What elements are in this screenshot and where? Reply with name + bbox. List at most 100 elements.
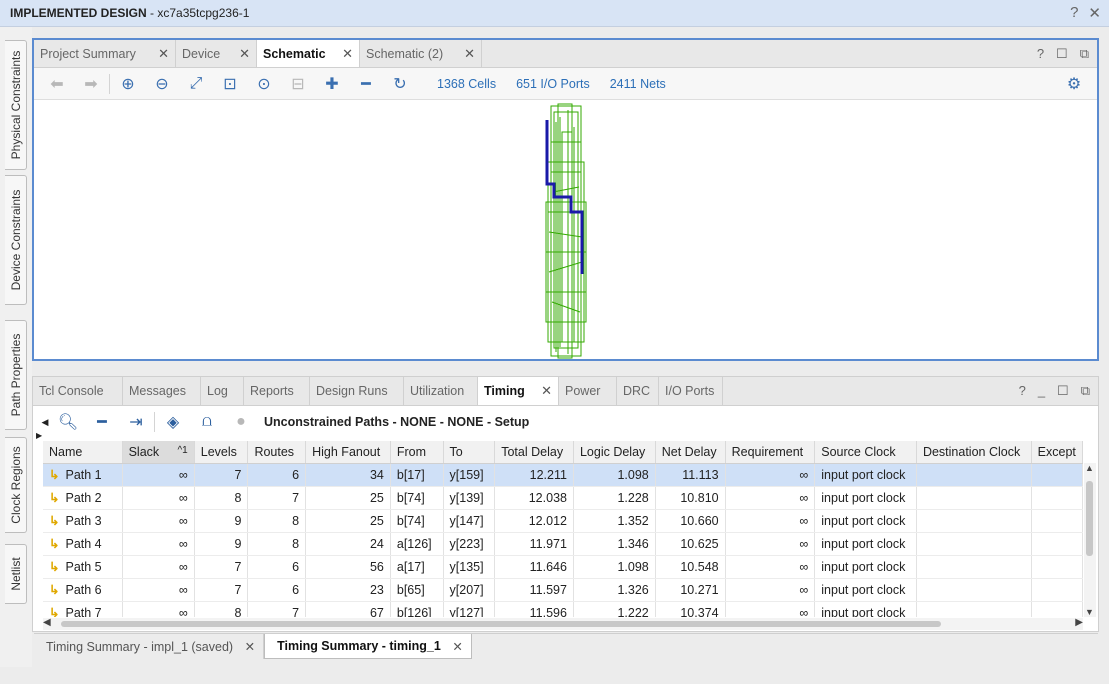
exception-cell bbox=[1031, 578, 1083, 602]
col-exception[interactable]: Except bbox=[1031, 441, 1083, 464]
tab-physical-constraints[interactable]: Physical Constraints bbox=[5, 40, 27, 170]
vertical-scrollbar[interactable]: ▲ ▼ bbox=[1084, 463, 1096, 617]
tab-clock-regions[interactable]: Clock Regions bbox=[5, 437, 27, 533]
design-title: IMPLEMENTED DESIGN bbox=[10, 6, 147, 20]
nets-count-link[interactable]: 2411 Nets bbox=[610, 77, 666, 91]
col-source-clock[interactable]: Source Clock bbox=[814, 441, 917, 464]
table-row[interactable]: ↳ Path 6 ∞ 7 6 23 b[65] y[207] 11.597 1.326 10.271… bbox=[43, 578, 1083, 602]
close-icon[interactable]: ✕ bbox=[158, 46, 169, 62]
expand-arrow-icon[interactable]: ▶ bbox=[36, 431, 42, 440]
scroll-up-icon[interactable]: ▲ bbox=[1085, 463, 1094, 473]
scroll-down-icon[interactable]: ▼ bbox=[1085, 607, 1094, 617]
horizontal-scrollbar[interactable]: ◀ ▶ bbox=[43, 617, 1083, 630]
close-icon[interactable]: ✕ bbox=[239, 46, 250, 62]
minimize-icon[interactable]: _ bbox=[1038, 383, 1045, 399]
scroll-right-icon[interactable]: ▶ bbox=[1075, 617, 1083, 628]
close-icon[interactable]: ✕ bbox=[541, 383, 552, 399]
float-icon[interactable]: ⧉ bbox=[1081, 383, 1090, 399]
search-icon[interactable]: 🔍︎ bbox=[51, 410, 85, 434]
help-icon[interactable]: ? bbox=[1070, 4, 1078, 22]
zoom-in-icon[interactable]: ⊕ bbox=[111, 72, 145, 96]
col-net-delay[interactable]: Net Delay bbox=[655, 441, 726, 464]
tab-io-ports[interactable]: I/O Ports bbox=[659, 377, 723, 405]
bus-icon[interactable]: ⊟ bbox=[281, 72, 315, 96]
forward-icon[interactable]: ➡ bbox=[74, 72, 108, 96]
tab-schematic[interactable]: Schematic ✕ bbox=[257, 40, 360, 67]
help-icon[interactable]: ? bbox=[1037, 46, 1044, 62]
expand-icon[interactable]: ✚ bbox=[315, 72, 349, 96]
tab-netlist[interactable]: Netlist bbox=[5, 544, 27, 604]
requirement-cell: ∞ bbox=[725, 486, 816, 510]
io-ports-count-link[interactable]: 651 I/O Ports bbox=[516, 77, 590, 91]
col-high-fanout[interactable]: High Fanout bbox=[305, 441, 391, 464]
tab-design-runs[interactable]: Design Runs bbox=[310, 377, 404, 405]
col-routes[interactable]: Routes bbox=[247, 441, 307, 464]
close-icon[interactable]: ✕ bbox=[452, 639, 462, 654]
help-icon[interactable]: ? bbox=[1019, 383, 1026, 399]
back-icon[interactable]: ⬅ bbox=[40, 72, 74, 96]
zoom-selection-icon[interactable]: ⊡ bbox=[213, 72, 247, 96]
tab-device[interactable]: Device ✕ bbox=[176, 40, 257, 67]
schematic-cells bbox=[545, 103, 587, 359]
tab-log[interactable]: Log bbox=[201, 377, 244, 405]
zoom-out-icon[interactable]: ⊖ bbox=[145, 72, 179, 96]
timing-path-group-label: Unconstrained Paths - NONE - NONE - Setu… bbox=[264, 415, 530, 429]
float-icon[interactable]: ⧉ bbox=[1080, 46, 1089, 62]
horizontal-scroll-thumb[interactable] bbox=[61, 621, 941, 627]
close-icon[interactable]: ✕ bbox=[342, 46, 353, 62]
table-row[interactable]: ↳ Path 7 ∞ 8 7 67 b[126] y[127] 11.596 1.222 10.37… bbox=[43, 601, 1083, 617]
zoom-fit-icon[interactable]: ⤢ bbox=[179, 72, 213, 96]
schematic-icon[interactable]: ⇥ bbox=[119, 410, 153, 434]
from-cell: a[126] bbox=[390, 532, 444, 556]
record-icon[interactable]: ● bbox=[224, 410, 258, 434]
close-icon[interactable]: ✕ bbox=[245, 639, 255, 654]
net-delay-cell: 10.271 bbox=[655, 578, 726, 602]
tab-label: Power bbox=[565, 384, 601, 398]
tab-drc[interactable]: DRC bbox=[617, 377, 659, 405]
tab-schematic-2[interactable]: Schematic (2) ✕ bbox=[360, 40, 482, 67]
table-row[interactable]: ↳ Path 1 ∞ 7 6 34 b[17] y[159] 12.211 1.098 11.113… bbox=[43, 463, 1083, 487]
vertical-scroll-thumb[interactable] bbox=[1086, 481, 1093, 556]
collapse-icon[interactable]: ━ bbox=[349, 72, 383, 96]
col-name[interactable]: Name bbox=[43, 441, 123, 464]
tab-path-properties[interactable]: Path Properties bbox=[5, 320, 27, 430]
settings-gear-icon[interactable]: ⚙ bbox=[1057, 72, 1091, 96]
refresh-icon[interactable]: ↻ bbox=[383, 72, 417, 96]
logic-delay-cell: 1.346 bbox=[573, 532, 656, 556]
maximize-icon[interactable]: ☐ bbox=[1056, 46, 1068, 62]
tab-reports[interactable]: Reports bbox=[244, 377, 310, 405]
tab-tcl-console[interactable]: Tcl Console bbox=[33, 377, 123, 405]
tab-timing-summary-impl[interactable]: Timing Summary - impl_1 (saved) ✕ bbox=[34, 634, 265, 659]
close-icon[interactable]: ✕ bbox=[464, 46, 475, 62]
table-row[interactable]: ↳ Path 5 ∞ 7 6 56 a[17] y[135] 11.646 1.098 10.548… bbox=[43, 555, 1083, 579]
scroll-left-icon[interactable]: ◀ bbox=[43, 617, 51, 628]
tab-timing[interactable]: Timing ✕ bbox=[478, 377, 559, 405]
schematic-canvas[interactable] bbox=[34, 102, 1097, 359]
tab-timing-summary-timing1[interactable]: Timing Summary - timing_1 ✕ bbox=[264, 634, 472, 659]
col-slack[interactable]: Slack ^1 bbox=[122, 441, 195, 464]
table-row[interactable]: ↳ Path 3 ∞ 9 8 25 b[74] y[147] 12.012 1.352 10.660… bbox=[43, 509, 1083, 533]
col-to[interactable]: To bbox=[443, 441, 496, 464]
auto-fit-icon[interactable]: ⊙ bbox=[247, 72, 281, 96]
cells-count-link[interactable]: 1368 Cells bbox=[437, 77, 496, 91]
timing-rows: ↳ Path 1 ∞ 7 6 34 b[17] y[159] 12.211 1.098 11.113… bbox=[43, 463, 1083, 617]
highlight-icon[interactable]: ◈ bbox=[156, 410, 190, 434]
waveform-icon[interactable]: ⩍ bbox=[190, 410, 224, 434]
tab-device-constraints[interactable]: Device Constraints bbox=[5, 175, 27, 305]
tab-utilization[interactable]: Utilization bbox=[404, 377, 478, 405]
exception-cell bbox=[1031, 509, 1083, 533]
tab-power[interactable]: Power bbox=[559, 377, 617, 405]
col-total-delay[interactable]: Total Delay bbox=[494, 441, 574, 464]
col-from[interactable]: From bbox=[390, 441, 444, 464]
table-row[interactable]: ↳ Path 4 ∞ 9 8 24 a[126] y[223] 11.971 1.346 10.62… bbox=[43, 532, 1083, 556]
col-levels[interactable]: Levels bbox=[194, 441, 249, 464]
maximize-icon[interactable]: ☐ bbox=[1057, 383, 1069, 399]
collapse-all-icon[interactable]: ━ bbox=[85, 410, 119, 434]
col-destination-clock[interactable]: Destination Clock bbox=[916, 441, 1032, 464]
col-requirement[interactable]: Requirement bbox=[725, 441, 816, 464]
table-row[interactable]: ↳ Path 2 ∞ 8 7 25 b[74] y[139] 12.038 1.228 10.810… bbox=[43, 486, 1083, 510]
tab-project-summary[interactable]: Project Summary ✕ bbox=[34, 40, 176, 67]
col-logic-delay[interactable]: Logic Delay bbox=[573, 441, 656, 464]
close-icon[interactable]: ✕ bbox=[1088, 4, 1101, 22]
tab-messages[interactable]: Messages bbox=[123, 377, 201, 405]
